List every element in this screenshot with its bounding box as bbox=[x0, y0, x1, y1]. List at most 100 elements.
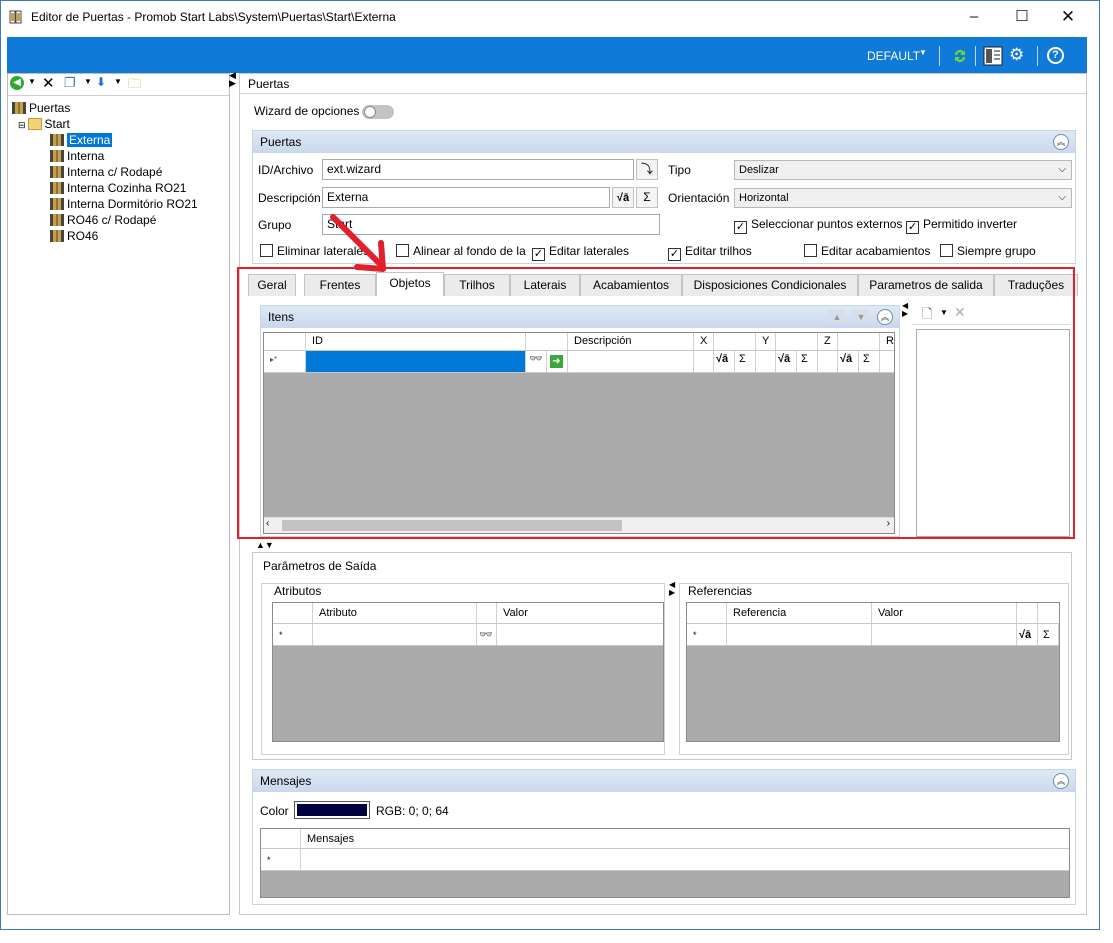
highlight-box bbox=[237, 267, 1075, 539]
col-valor[interactable]: Valor bbox=[497, 603, 663, 623]
door-icon bbox=[50, 134, 64, 146]
col-atributo[interactable]: Atributo bbox=[313, 603, 477, 623]
chk-editar-trilhos[interactable]: ✓ Editar trilhos bbox=[668, 244, 752, 261]
mensajes-group-header: Mensajes bbox=[253, 770, 1075, 792]
atributo-cell[interactable] bbox=[313, 624, 477, 645]
door-icon bbox=[50, 230, 64, 242]
door-icon bbox=[50, 182, 64, 194]
splitter-arrows-icon[interactable]: ◀ ▶ bbox=[229, 71, 236, 88]
orientacion-label: Orientación bbox=[668, 191, 730, 205]
tree-root[interactable]: Puertas bbox=[12, 100, 70, 116]
tree-folder-start[interactable]: ⊟ Start bbox=[18, 116, 70, 132]
folder-icon bbox=[27, 118, 42, 130]
door-icon bbox=[50, 166, 64, 178]
chk-seleccionar-puntos[interactable]: ✓ Seleccionar puntos externos bbox=[734, 217, 902, 234]
salida-group: Parâmetros de Saída Atributos Atributo V… bbox=[252, 552, 1072, 760]
tipo-select[interactable]: Deslizar ⌵ bbox=[734, 160, 1072, 180]
atributos-box: Atributos Atributo Valor * 👓 bbox=[261, 583, 665, 755]
tree-item-interna-rodape[interactable]: Interna c/ Rodapé bbox=[50, 164, 162, 180]
tree-item-interna-dormitorio[interactable]: Interna Dormitório RO21 bbox=[50, 196, 198, 212]
color-swatch[interactable] bbox=[294, 801, 370, 819]
help-icon[interactable]: ? bbox=[1047, 47, 1064, 64]
profile-dropdown[interactable]: DEFAULT bbox=[867, 49, 920, 63]
mensaje-cell[interactable] bbox=[301, 849, 1069, 870]
col-referencia[interactable]: Referencia bbox=[727, 603, 872, 623]
col-mensajes[interactable]: Mensajes bbox=[301, 829, 1069, 848]
back-chevron-icon[interactable]: ▼ bbox=[28, 77, 36, 86]
valor-ref-cell[interactable] bbox=[872, 624, 1017, 645]
tree-item-interna-cozinha[interactable]: Interna Cozinha RO21 bbox=[50, 180, 186, 196]
chk-siempre-grupo[interactable]: Siempre grupo bbox=[940, 244, 1036, 258]
chk-alinear-fondo[interactable]: Alinear al fondo de la bbox=[396, 244, 526, 258]
puertas-group-header: Puertas bbox=[253, 131, 1075, 153]
door-icon bbox=[50, 198, 64, 210]
door-app-icon bbox=[9, 10, 22, 24]
salida-title: Parâmetros de Saída bbox=[263, 559, 377, 573]
referencia-cell[interactable] bbox=[727, 624, 872, 645]
grupo-label: Grupo bbox=[258, 218, 292, 232]
wizard-label: Wizard de opciones bbox=[254, 104, 360, 118]
tab-objetos[interactable]: Objetos bbox=[376, 272, 444, 296]
copy-chevron-icon[interactable]: ▼ bbox=[84, 77, 92, 86]
chk-editar-acabamientos[interactable]: Editar acabamientos bbox=[804, 244, 930, 258]
tree-item-interna[interactable]: Interna bbox=[50, 148, 104, 164]
chk-permitido-inverter[interactable]: ✓ Permitido inverter bbox=[906, 217, 1017, 234]
formula-icon[interactable]: √ā bbox=[612, 187, 634, 208]
expand-arrows-icon[interactable]: ▲▼ bbox=[256, 540, 274, 550]
descripcion-input[interactable]: Externa bbox=[322, 187, 610, 208]
app-window: Editor de Puertas - Promob Start Labs\Sy… bbox=[0, 0, 1100, 930]
orientacion-select[interactable]: Horizontal ⌵ bbox=[734, 188, 1072, 208]
window-title: Editor de Puertas - Promob Start Labs\Sy… bbox=[31, 10, 396, 24]
chevron-down-icon: ⌵ bbox=[1058, 164, 1066, 175]
valor-cell[interactable] bbox=[497, 624, 663, 645]
tree-item-externa[interactable]: Externa bbox=[50, 132, 113, 148]
id-input[interactable]: ext.wizard bbox=[322, 159, 634, 180]
collapse-puertas-icon[interactable]: ︽ bbox=[1053, 134, 1069, 150]
settings-gears-icon[interactable]: ⚙ bbox=[1009, 45, 1024, 65]
collapse-mensajes-icon[interactable]: ︽ bbox=[1053, 773, 1069, 789]
tree-panel: ◀ ▼ ✕ ❐ ▼ ⬇ ▼ 🗀 Puertas ⊟ Start Externa I… bbox=[7, 73, 230, 915]
title-bar: Editor de Puertas - Promob Start Labs\Sy… bbox=[1, 1, 1099, 35]
chk-editar-laterales[interactable]: ✓ Editar laterales bbox=[532, 244, 629, 261]
maximize-button[interactable]: ☐ bbox=[999, 1, 1045, 33]
referencias-title: Referencias bbox=[688, 584, 753, 598]
back-icon[interactable]: ◀ bbox=[10, 76, 24, 90]
tree-toolbar: ◀ ▼ ✕ ❐ ▼ ⬇ ▼ 🗀 bbox=[8, 74, 229, 96]
door-icon bbox=[50, 150, 64, 162]
move-down-icon[interactable]: ⬇ bbox=[96, 75, 106, 89]
binoculars-icon[interactable]: 👓 bbox=[477, 624, 497, 645]
referencias-box: Referencias Referencia Valor * √ā Σ bbox=[679, 583, 1069, 755]
mensajes-grid: Mensajes * bbox=[260, 828, 1070, 898]
close-window-button[interactable]: ✕ bbox=[1045, 1, 1091, 33]
door-icon bbox=[12, 102, 26, 114]
refresh-icon[interactable] bbox=[951, 47, 969, 65]
sum-icon[interactable]: Σ bbox=[636, 187, 658, 208]
breadcrumb: Puertas bbox=[240, 74, 1086, 94]
new-row-marker-icon: * bbox=[261, 849, 301, 870]
profile-chevron-icon: ▼ bbox=[919, 48, 927, 57]
descripcion-label: Descripción bbox=[258, 191, 321, 205]
delete-icon[interactable]: ✕ bbox=[42, 74, 55, 92]
col-valor-ref[interactable]: Valor bbox=[872, 603, 1017, 623]
copy-icon[interactable]: ❐ bbox=[64, 75, 76, 91]
top-toolbar: DEFAULT ▼ ⚙ ? bbox=[7, 37, 1087, 73]
panel-layout-icon[interactable] bbox=[983, 46, 1003, 66]
formula-icon[interactable]: √ā bbox=[1017, 624, 1038, 645]
move-chevron-icon[interactable]: ▼ bbox=[114, 77, 122, 86]
referencias-grid: Referencia Valor * √ā Σ bbox=[686, 602, 1060, 742]
chevron-down-icon: ⌵ bbox=[1058, 192, 1066, 203]
tree-item-ro46-rodape[interactable]: RO46 c/ Rodapé bbox=[50, 212, 156, 228]
minimize-button[interactable]: – bbox=[951, 1, 997, 33]
file-browse-icon[interactable]: ⤵ bbox=[636, 159, 658, 180]
wizard-toggle[interactable] bbox=[362, 105, 394, 119]
new-row-marker-icon: * bbox=[687, 624, 727, 645]
sum-icon[interactable]: Σ bbox=[1038, 624, 1059, 645]
atributos-grid: Atributo Valor * 👓 bbox=[272, 602, 664, 742]
tipo-label: Tipo bbox=[668, 163, 691, 177]
new-row-marker-icon: * bbox=[273, 624, 313, 645]
tree-item-ro46[interactable]: RO46 bbox=[50, 228, 98, 244]
splitter-arrows-icon[interactable]: ◀ ▶ bbox=[669, 581, 675, 597]
color-label: Color bbox=[260, 804, 289, 818]
folder-refresh-icon[interactable]: 🗀 bbox=[128, 75, 141, 97]
id-label: ID/Archivo bbox=[258, 163, 314, 177]
